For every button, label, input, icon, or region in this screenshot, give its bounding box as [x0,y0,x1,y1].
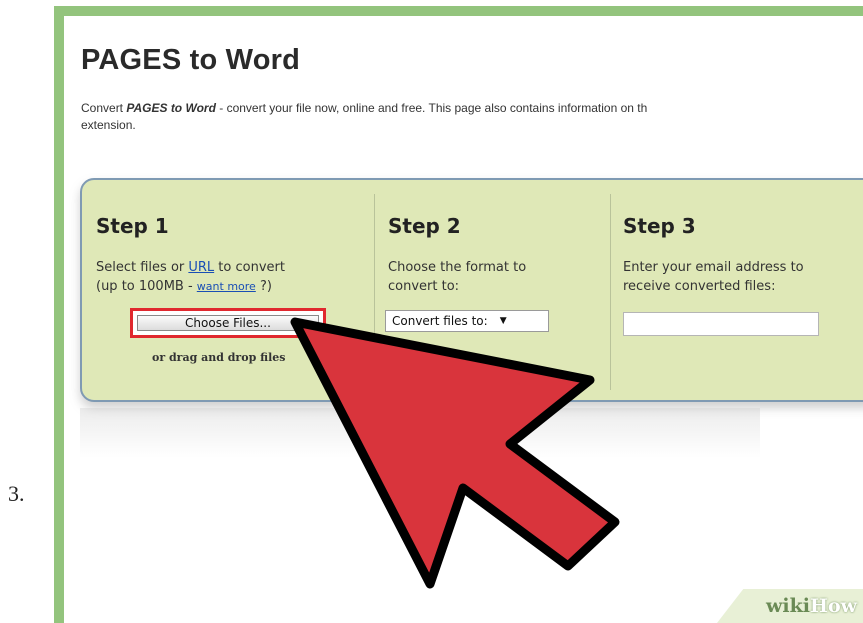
arrow-cursor-icon [290,317,620,589]
